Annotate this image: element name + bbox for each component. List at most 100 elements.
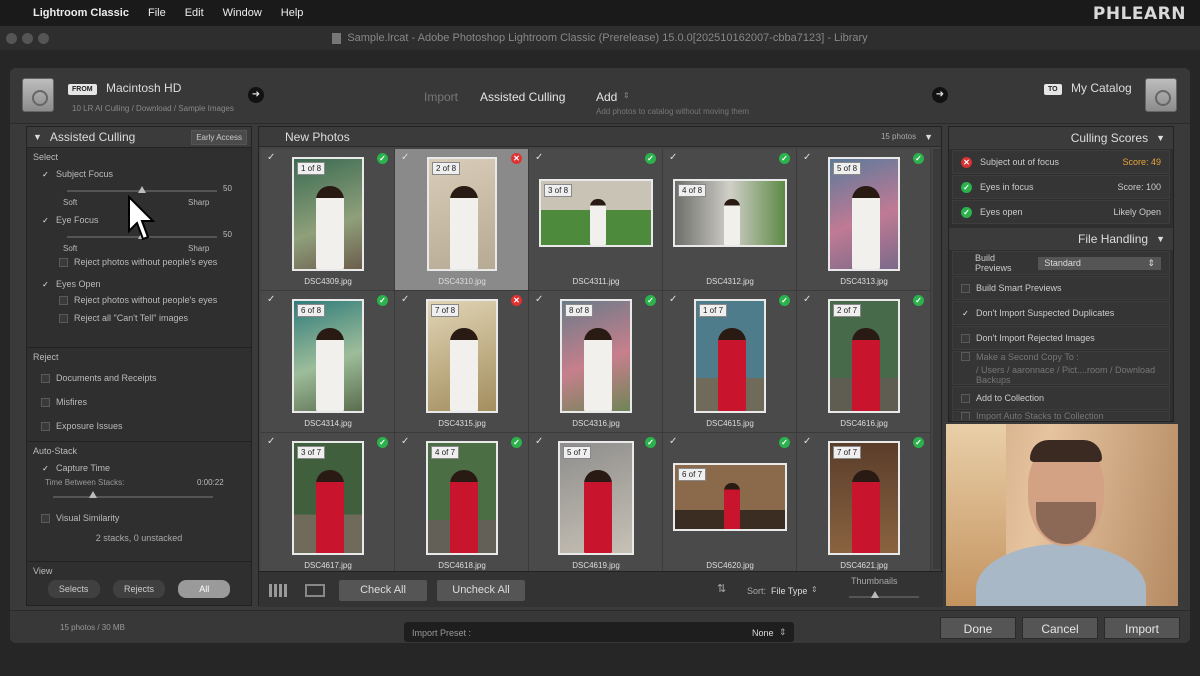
slider-thumb[interactable] [89,491,97,498]
destination-disk-icon[interactable] [1145,78,1177,112]
photo-thumbnail[interactable]: 3 of 8 [539,179,653,247]
sort-value[interactable]: File Type [771,586,807,596]
reject-documents-row[interactable]: Documents and Receipts [41,366,245,390]
photo-thumbnail[interactable]: 7 of 7 [828,441,900,555]
view-all-button[interactable]: All [178,580,231,598]
zoom-window-button[interactable] [38,33,49,44]
grid-options-triangle-icon[interactable]: ▼ [924,132,933,142]
import-preset-value[interactable]: None [752,628,774,638]
menu-edit[interactable]: Edit [185,7,204,19]
subject-focus-row[interactable]: ✓ Subject Focus [41,166,245,182]
photo-thumbnail[interactable]: 5 of 7 [558,441,634,555]
view-selects-button[interactable]: Selects [47,580,100,598]
reject-misfires-row[interactable]: Misfires [41,390,245,414]
photo-thumbnail[interactable]: 3 of 7 [292,441,364,555]
photo-cell[interactable]: ✓ ✕ 2 of 8 DSC4310.jpg [395,149,529,291]
include-checkbox-icon[interactable]: ✓ [669,153,679,163]
photo-thumbnail[interactable]: 1 of 7 [694,299,766,413]
file-handling-header[interactable]: File Handling ▼ [949,228,1173,250]
grid-scrollbar[interactable] [933,149,941,569]
photo-cell[interactable]: ✓ ✓ 6 of 8 DSC4314.jpg [261,291,395,433]
photo-cell[interactable]: ✓ ✓ 4 of 8 DSC4312.jpg [663,149,797,291]
mode-import[interactable]: Import [424,90,458,104]
reject-exposure-row[interactable]: Exposure Issues [41,414,245,438]
photo-cell[interactable]: ✓ ✓ 8 of 8 DSC4316.jpg [529,291,663,433]
reject-no-eyes-row[interactable]: Reject photos without people's eyes [59,254,245,270]
include-checkbox-icon[interactable]: ✓ [803,295,813,305]
checkbox-icon[interactable] [41,373,50,383]
photo-thumbnail[interactable]: 4 of 7 [426,441,498,555]
photo-cell[interactable]: ✓ ✓ 6 of 7 DSC4620.jpg [663,433,797,575]
checkbox-icon[interactable] [59,313,68,323]
uncheck-all-button[interactable]: Uncheck All [437,580,525,601]
include-checkbox-icon[interactable]: ✓ [267,153,277,163]
photo-thumbnail[interactable]: 8 of 8 [560,299,632,413]
photo-thumbnail[interactable]: 6 of 7 [673,463,787,531]
cancel-button[interactable]: Cancel [1022,617,1098,639]
slider-thumb[interactable] [138,186,146,193]
mode-assisted-culling[interactable]: Assisted Culling [480,90,565,104]
include-checkbox-icon[interactable]: ✓ [669,295,679,305]
collapse-triangle-icon[interactable]: ▼ [1156,234,1165,244]
slider-thumb[interactable] [871,591,879,598]
thumbnail-size-slider[interactable] [849,596,919,598]
second-copy-row[interactable]: Make a Second Copy To : / Users / aaronna… [952,351,1170,385]
collapse-triangle-icon[interactable]: ▼ [33,132,42,142]
photo-thumbnail[interactable]: 2 of 8 [427,157,497,271]
checkbox-icon[interactable] [961,352,970,361]
include-checkbox-icon[interactable]: ✓ [535,295,545,305]
photo-cell[interactable]: ✓ ✓ 4 of 7 DSC4618.jpg [395,433,529,575]
include-checkbox-icon[interactable]: ✓ [803,153,813,163]
checkbox-icon[interactable] [59,257,68,267]
panel-header[interactable]: ▼ Assisted Culling Early Access [27,127,251,147]
collapse-triangle-icon[interactable]: ▼ [1156,133,1165,143]
view-rejects-button[interactable]: Rejects [112,580,165,598]
reject-cant-tell-row[interactable]: Reject all "Can't Tell" images [59,310,245,326]
source-disk-icon[interactable] [22,78,54,112]
photo-cell[interactable]: ✓ ✓ 5 of 8 DSC4313.jpg [797,149,931,291]
checkbox-icon[interactable] [961,412,970,420]
photo-cell[interactable]: ✓ ✓ 2 of 7 DSC4616.jpg [797,291,931,433]
include-checkbox-icon[interactable]: ✓ [535,153,545,163]
photo-cell[interactable]: ✓ ✓ 3 of 8 DSC4311.jpg [529,149,663,291]
checkbox-checked-icon[interactable]: ✓ [41,464,50,473]
loupe-view-icon[interactable] [305,584,325,597]
checkbox-checked-icon[interactable]: ✓ [41,280,50,289]
build-previews-select[interactable]: Standard ⇕ [1038,256,1161,270]
menu-help[interactable]: Help [281,7,304,19]
minimize-window-button[interactable] [22,33,33,44]
app-menu[interactable]: Lightroom Classic [33,7,129,19]
checkbox-icon[interactable] [961,393,970,403]
checkbox-icon[interactable] [41,397,50,407]
visual-similarity-row[interactable]: Visual Similarity [41,510,245,526]
photo-thumbnail[interactable]: 7 of 8 [426,299,498,413]
destination-name[interactable]: My Catalog [1071,81,1132,95]
include-checkbox-icon[interactable]: ✓ [669,437,679,447]
culling-scores-header[interactable]: Culling Scores ▼ [949,127,1173,149]
checkbox-icon[interactable] [961,333,970,343]
no-duplicates-row[interactable]: ✓ Don't Import Suspected Duplicates [952,301,1170,325]
import-button[interactable]: Import [1104,617,1180,639]
photo-thumbnail[interactable]: 1 of 8 [292,157,364,271]
import-preset-bar[interactable]: Import Preset : None ⇕ [404,622,794,642]
autostack-collection-row[interactable]: Import Auto Stacks to Collection [952,411,1170,421]
checkbox-icon[interactable] [41,513,50,523]
eyes-open-row[interactable]: ✓ Eyes Open [41,276,245,292]
photo-cell[interactable]: ✓ ✕ 7 of 8 DSC4315.jpg [395,291,529,433]
menu-file[interactable]: File [148,7,166,19]
no-rejected-row[interactable]: Don't Import Rejected Images [952,326,1170,350]
include-checkbox-icon[interactable]: ✓ [535,437,545,447]
eyes-open-reject-row[interactable]: Reject photos without people's eyes [59,292,245,308]
checkbox-icon[interactable] [961,283,970,293]
mode-add-chevron-icon[interactable]: ⇕ [623,91,630,100]
sort-direction-icon[interactable]: ⇅ [717,582,726,595]
source-name[interactable]: Macintosh HD [106,81,181,95]
checkbox-icon[interactable] [59,295,68,305]
menu-window[interactable]: Window [223,7,262,19]
include-checkbox-icon[interactable]: ✓ [401,153,411,163]
photo-cell[interactable]: ✓ ✓ 7 of 7 DSC4621.jpg [797,433,931,575]
slider-track[interactable] [53,496,213,498]
time-between-stacks-slider[interactable]: Time Between Stacks: 0:00:22 [33,476,245,510]
done-button[interactable]: Done [940,617,1016,639]
photo-cell[interactable]: ✓ ✓ 1 of 7 DSC4615.jpg [663,291,797,433]
